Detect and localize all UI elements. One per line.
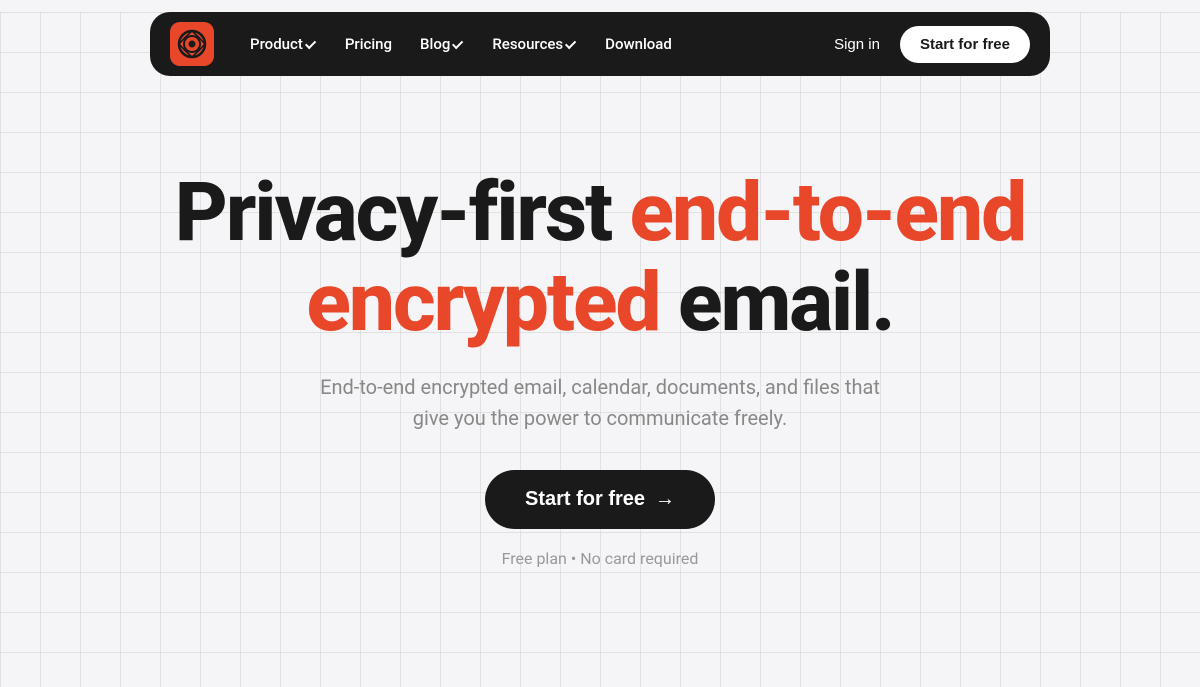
chevron-down-icon [565,38,576,49]
hero-subtext: End-to-end encrypted email, calendar, do… [320,372,880,434]
nav-item-blog[interactable]: Blog [408,27,476,61]
headline-part3: email. [678,255,894,351]
navbar: Product Pricing Blog Resources Download … [150,12,1050,76]
cta-arrow-icon: → [655,488,675,511]
hero-cta-button[interactable]: Start for free → [485,470,715,529]
nav-item-resources[interactable]: Resources [480,27,589,61]
start-free-nav-button[interactable]: Start for free [900,26,1030,63]
logo-icon[interactable] [170,22,214,66]
cta-label: Start for free [525,488,645,511]
chevron-down-icon [305,38,316,49]
headline-part2: encrypted [306,255,678,351]
nav-item-pricing[interactable]: Pricing [333,27,404,61]
logo-container[interactable] [170,22,214,66]
headline-highlight: end-to-end [630,165,1026,261]
nav-item-product[interactable]: Product [238,27,329,61]
nav-items: Product Pricing Blog Resources Download [238,27,822,61]
nav-item-download[interactable]: Download [593,27,684,61]
hero-section: Privacy-first end-to-end encrypted email… [0,88,1200,568]
hero-headline: Privacy-first end-to-end encrypted email… [175,168,1025,348]
headline-part1: Privacy-first [175,165,630,261]
sign-in-button[interactable]: Sign in [822,28,892,61]
nav-right: Sign in Start for free [822,26,1030,63]
hero-note: Free plan • No card required [502,549,699,568]
chevron-down-icon [452,38,463,49]
